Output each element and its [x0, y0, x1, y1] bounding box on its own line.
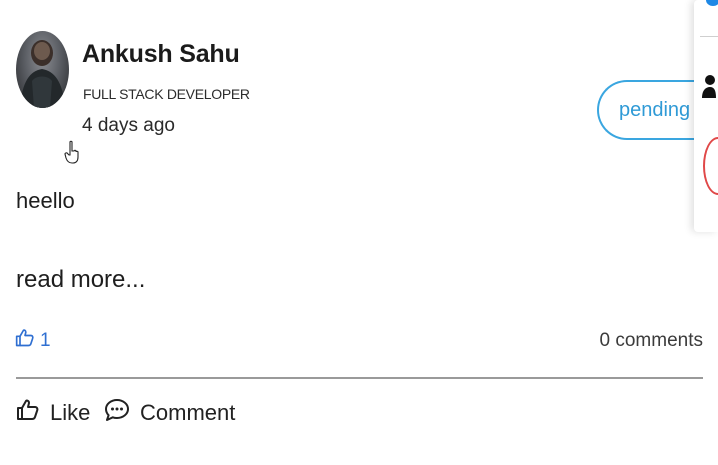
comment-bubble-icon: [104, 398, 130, 428]
post-card: Ankush Sahu FULL STACK DEVELOPER 4 days …: [0, 0, 718, 465]
post-timestamp: 4 days ago: [82, 115, 175, 136]
comment-button-label: Comment: [140, 400, 236, 425]
comments-count[interactable]: 0 comments: [600, 330, 703, 352]
like-button-label: Like: [50, 400, 91, 425]
page: Ankush Sahu FULL STACK DEVELOPER 4 days …: [0, 0, 718, 465]
side-panel-divider: [700, 36, 718, 37]
notification-dot: [706, 0, 718, 6]
status-badge[interactable]: pending: [597, 80, 701, 140]
logout-ring-icon[interactable]: [703, 137, 718, 195]
post-body-text: heello: [16, 188, 75, 213]
hand-pointer-icon: [64, 140, 80, 169]
comment-button[interactable]: Comment: [104, 398, 235, 428]
side-panel: [694, 0, 718, 232]
avatar[interactable]: [16, 31, 69, 108]
author-title: FULL STACK DEVELOPER: [83, 86, 250, 102]
thumbs-up-icon: [15, 328, 35, 354]
likes-count-value: 1: [40, 330, 51, 351]
like-button[interactable]: Like: [16, 398, 90, 428]
divider: [16, 377, 703, 379]
person-icon[interactable]: [702, 72, 716, 105]
read-more-link[interactable]: read more...: [16, 266, 145, 294]
thumbs-up-icon: [16, 398, 40, 428]
author-name[interactable]: Ankush Sahu: [82, 40, 240, 69]
likes-count[interactable]: 1: [15, 328, 51, 354]
